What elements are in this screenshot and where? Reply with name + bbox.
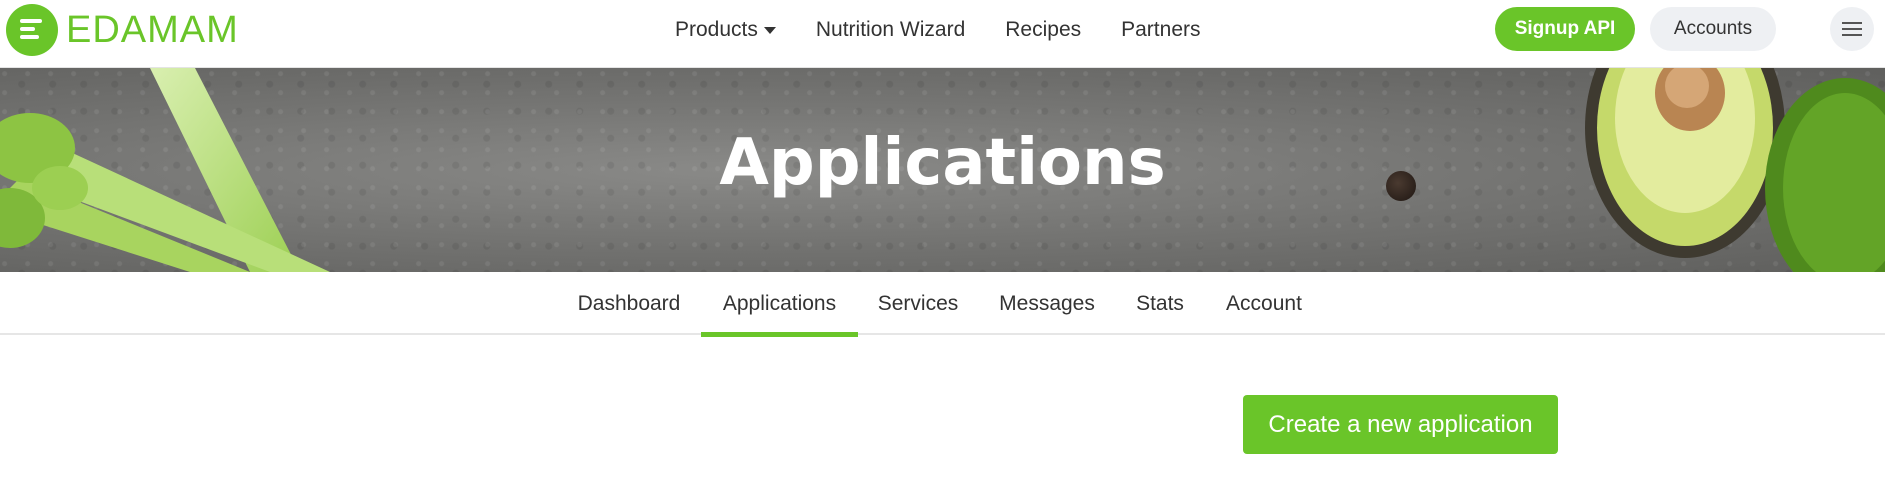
page-title: Applications	[719, 126, 1166, 200]
nav-products-label: Products	[675, 18, 758, 41]
hero-banner: Applications	[0, 68, 1885, 272]
tab-applications[interactable]: Applications	[701, 272, 858, 337]
tab-messages[interactable]: Messages	[986, 272, 1108, 335]
accounts-button[interactable]: Accounts	[1650, 7, 1776, 51]
create-application-button[interactable]: Create a new application	[1243, 395, 1558, 454]
nav-recipes[interactable]: Recipes	[1005, 18, 1081, 42]
tab-services[interactable]: Services	[866, 272, 970, 335]
tab-stats[interactable]: Stats	[1124, 272, 1196, 335]
account-tabs: Dashboard Applications Services Messages…	[0, 272, 1885, 337]
caret-down-icon	[763, 26, 776, 34]
nav-nutrition-wizard[interactable]: Nutrition Wizard	[816, 18, 965, 42]
logo-icon	[6, 4, 58, 56]
hamburger-menu-icon[interactable]	[1830, 7, 1874, 51]
main-nav: Products Nutrition Wizard Recipes Partne…	[675, 0, 1241, 60]
signup-api-button[interactable]: Signup API	[1495, 7, 1635, 51]
logo-text: EDAMAM	[66, 8, 239, 51]
tab-account[interactable]: Account	[1213, 272, 1315, 335]
nav-partners[interactable]: Partners	[1121, 18, 1200, 42]
nav-products[interactable]: Products	[675, 18, 776, 42]
tab-dashboard[interactable]: Dashboard	[565, 272, 693, 335]
top-navbar: EDAMAM Products Nutrition Wizard Recipes…	[0, 0, 1885, 68]
edamam-logo[interactable]: EDAMAM	[6, 4, 239, 56]
